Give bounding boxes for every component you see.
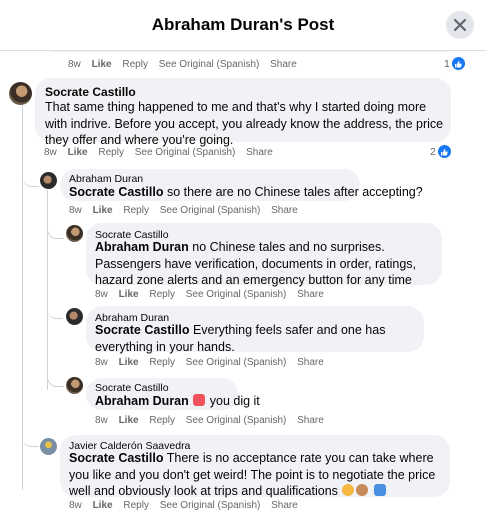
share-button[interactable]: Share [271, 500, 298, 511]
comment-author[interactable]: Socrate Castillo [45, 85, 136, 100]
like-button[interactable]: Like [119, 357, 139, 368]
share-button[interactable]: Share [297, 415, 324, 426]
mention-tag[interactable]: Abraham Duran [95, 240, 189, 254]
see-original-link[interactable]: See Original (Spanish) [186, 289, 287, 300]
comment-time: 8w [44, 147, 57, 158]
share-button[interactable]: Share [246, 147, 273, 158]
mention-tag[interactable]: Socrate Castillo [95, 323, 189, 337]
comment-time: 8w [69, 500, 82, 511]
reply-button[interactable]: Reply [149, 357, 175, 368]
comment-text: Abraham Duran you dig it [95, 393, 260, 410]
like-button[interactable]: Like [119, 289, 139, 300]
like-button[interactable]: Like [93, 205, 113, 216]
sparkle-emoji-icon [373, 484, 386, 496]
like-button[interactable]: Like [93, 500, 113, 511]
like-reaction-icon [437, 145, 451, 158]
thread-connector [47, 226, 64, 239]
person-emoji-icon [356, 484, 369, 496]
avatar[interactable] [9, 82, 32, 105]
avatar[interactable] [66, 377, 83, 394]
comment-actions: 8w Like Reply See Original (Spanish) Sha… [95, 289, 332, 300]
thread-connector [47, 371, 64, 387]
see-original-link[interactable]: See Original (Spanish) [160, 500, 261, 511]
avatar[interactable] [66, 225, 83, 242]
reply-button[interactable]: Reply [98, 147, 124, 158]
comment-bubble [46, 51, 454, 52]
comment-time: 8w [69, 205, 82, 216]
see-original-link[interactable]: See Original (Spanish) [160, 205, 261, 216]
share-button[interactable]: Share [297, 289, 324, 300]
comment-body: so there are no Chinese tales after acce… [163, 185, 423, 199]
comment-time: 8w [95, 289, 108, 300]
comment-time: 8w [68, 59, 81, 70]
comment-text: Socrate Castillo Everything feels safer … [95, 322, 417, 355]
see-original-link[interactable]: See Original (Spanish) [135, 147, 236, 158]
see-original-link[interactable]: See Original (Spanish) [159, 59, 260, 70]
comment-actions: 8w Like Reply See Original (Spanish) Sha… [69, 205, 306, 216]
share-button[interactable]: Share [270, 59, 297, 70]
comment-time: 8w [95, 357, 108, 368]
reply-button[interactable]: Reply [149, 289, 175, 300]
comment-bubble: Javier Calderón Saavedra Socrate Castill… [60, 435, 450, 500]
comment-text: Socrate Castillo There is no acceptance … [69, 450, 443, 500]
comment-actions: 8w Like Reply See Original (Spanish) Sha… [95, 357, 332, 368]
comment-text: Abraham Duran no Chinese tales and no su… [95, 239, 435, 289]
comment-text: Socrate Castillo so there are no Chinese… [69, 184, 423, 201]
thread-connector [47, 306, 63, 319]
reply-button[interactable]: Reply [123, 205, 149, 216]
comment-bubble: Abraham Duran Socrate Castillo so there … [60, 169, 423, 201]
comment-bubble: Abraham Duran Socrate Castillo Everythin… [86, 306, 424, 355]
mention-tag[interactable]: Socrate Castillo [69, 185, 163, 199]
comment-body: you dig it [206, 394, 260, 408]
page-title: Abraham Duran's Post [151, 15, 335, 34]
reaction-count: 1 [444, 57, 465, 70]
like-button[interactable]: Like [92, 59, 112, 70]
thumbs-up-emoji-icon [342, 484, 355, 496]
comment-actions: 8w Like Reply See Original (Spanish) Sha… [68, 59, 305, 70]
comment-actions: 8w Like Reply See Original (Spanish) Sha… [95, 415, 332, 426]
thread-connector [22, 171, 39, 187]
comments-list: 8w Like Reply See Original (Spanish) Sha… [0, 51, 486, 512]
comment-bubble: Socrate Castillo Abraham Duran you dig i… [86, 378, 260, 410]
post-header: Abraham Duran's Post [0, 0, 486, 51]
thread-line [47, 190, 48, 390]
thread-connector [22, 431, 39, 447]
reply-button[interactable]: Reply [123, 500, 149, 511]
comment-actions: 8w Like Reply See Original (Spanish) Sha… [69, 500, 306, 511]
reaction-number: 2 [430, 145, 436, 158]
close-icon [453, 18, 467, 32]
hundred-emoji-icon [193, 394, 206, 406]
like-button[interactable]: Like [119, 415, 139, 426]
mention-tag[interactable]: Socrate Castillo [69, 451, 163, 465]
like-button[interactable]: Like [68, 147, 88, 158]
share-button[interactable]: Share [271, 205, 298, 216]
share-button[interactable]: Share [297, 357, 324, 368]
avatar[interactable] [40, 172, 57, 189]
comment-time: 8w [95, 415, 108, 426]
comment-actions: 8w Like Reply See Original (Spanish) Sha… [44, 147, 281, 158]
like-reaction-icon [451, 57, 465, 70]
see-original-link[interactable]: See Original (Spanish) [186, 357, 287, 368]
close-button[interactable] [446, 11, 474, 39]
reaction-count: 2 [430, 145, 451, 158]
mention-tag[interactable]: Abraham Duran [95, 394, 189, 408]
comment-bubble: Socrate Castillo Abraham Duran no Chines… [86, 223, 442, 287]
avatar[interactable] [66, 308, 83, 325]
reaction-number: 1 [444, 57, 450, 70]
see-original-link[interactable]: See Original (Spanish) [186, 415, 287, 426]
comment-bubble: Socrate Castillo That same thing happene… [35, 78, 451, 147]
reply-button[interactable]: Reply [122, 59, 148, 70]
reply-button[interactable]: Reply [149, 415, 175, 426]
avatar[interactable] [40, 438, 57, 455]
comment-text: That same thing happened to me and that'… [45, 100, 444, 147]
